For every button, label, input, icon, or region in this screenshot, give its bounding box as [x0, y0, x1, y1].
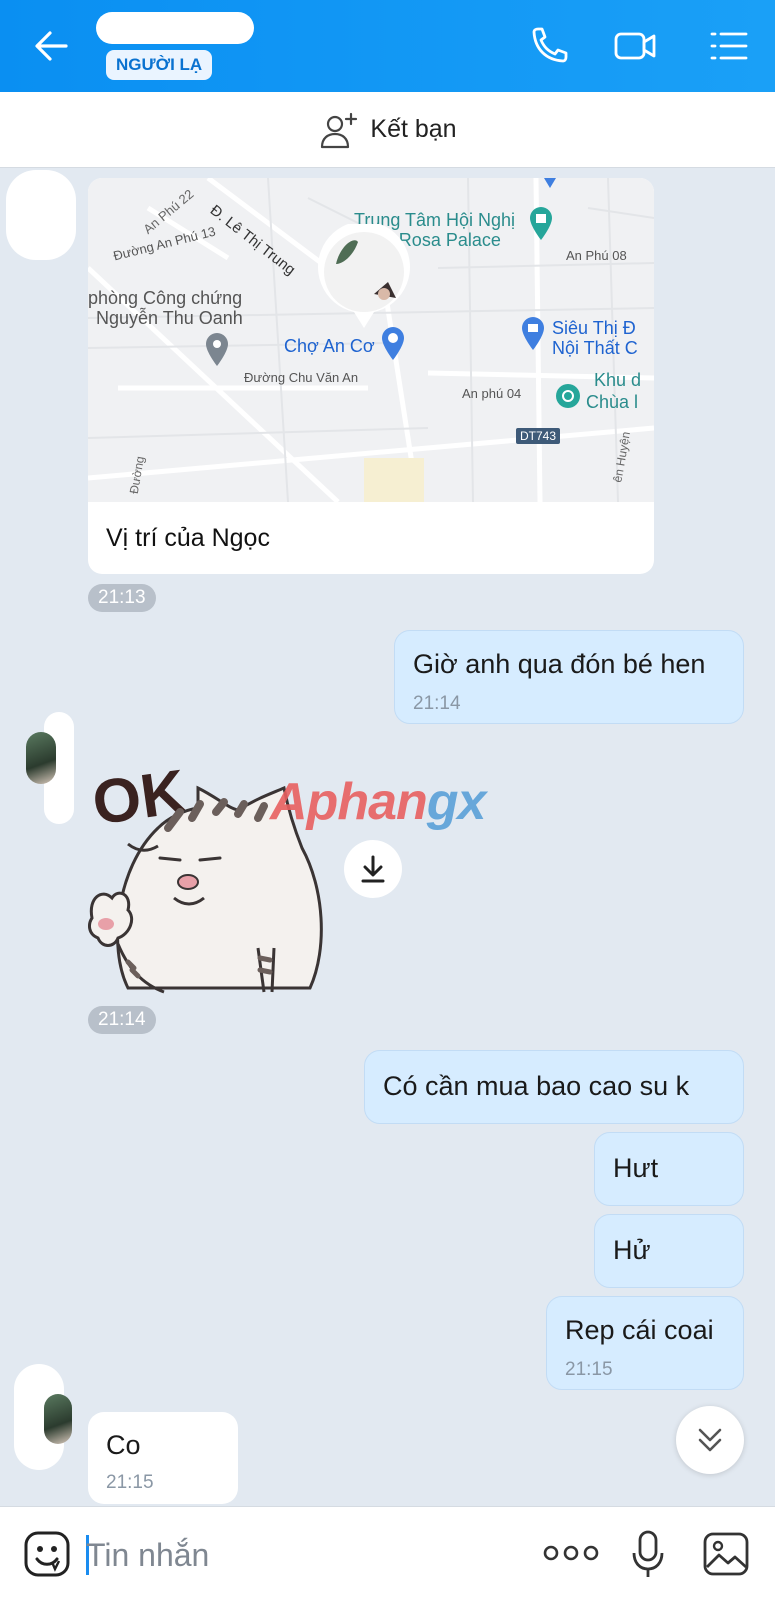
avatar[interactable] — [26, 732, 56, 784]
arrow-left-icon[interactable] — [30, 26, 74, 66]
map-pin-icon — [522, 317, 544, 350]
list-menu-icon[interactable] — [706, 24, 752, 68]
download-button[interactable] — [344, 840, 402, 898]
message-time: 21:15 — [565, 1359, 613, 1380]
message-text: Co — [106, 1430, 141, 1460]
message-time: 21:15 — [106, 1472, 154, 1493]
contact-name-redacted[interactable] — [96, 12, 254, 44]
scroll-to-bottom-button[interactable] — [676, 1406, 744, 1474]
emoji-icon[interactable] — [22, 1529, 72, 1579]
message-bubble-outgoing[interactable]: Hử — [594, 1214, 744, 1288]
chat-header: NGƯỜI LẠ — [0, 0, 775, 92]
map-preview[interactable]: An Phú 22 Đ. Lê Thị Trung Đường An Phú 1… — [88, 178, 654, 502]
location-marker — [318, 224, 410, 328]
message-bubble-outgoing[interactable]: Hưt — [594, 1132, 744, 1206]
map-pin-icon — [556, 384, 580, 408]
map-label: Chợ An Cơ — [284, 336, 375, 356]
map-label: Siêu Thị Đ — [552, 318, 636, 338]
map-label: Nguyễn Thu Oanh — [96, 308, 243, 328]
map-label: phòng Công chứng — [88, 288, 243, 308]
image-icon[interactable] — [702, 1531, 750, 1577]
microphone-icon[interactable] — [630, 1529, 666, 1579]
timestamp: 21:13 — [88, 584, 156, 612]
map-label: An Phú 08 — [566, 248, 627, 263]
phone-icon[interactable] — [526, 24, 572, 68]
avatar[interactable] — [44, 1394, 72, 1444]
map-pin-icon — [382, 327, 404, 360]
message-text: Rep cái coai — [565, 1315, 714, 1345]
message-time: 21:14 — [413, 693, 461, 714]
message-text: Hưt — [613, 1153, 659, 1183]
message-text: Hử — [613, 1235, 651, 1265]
message-bubble-outgoing[interactable]: Rep cái coai 21:15 — [546, 1296, 744, 1390]
message-input-bar: Tin nhắn — [0, 1506, 775, 1600]
direction-arrow-icon — [544, 178, 556, 188]
map-label: Chùa l — [586, 392, 639, 412]
message-text: Giờ anh qua đón bé hen — [413, 649, 706, 679]
message-bubble-outgoing[interactable]: Có cần mua bao cao su k — [364, 1050, 744, 1124]
map-label: Khu d — [594, 370, 642, 390]
avatar-redacted — [6, 170, 76, 260]
video-camera-icon[interactable] — [612, 24, 658, 68]
map-pin-icon — [206, 333, 228, 366]
map-label: An phú 04 — [462, 386, 522, 401]
download-icon — [361, 855, 385, 883]
map-label: DT743 — [516, 428, 561, 444]
message-bubble-incoming[interactable]: Co 21:15 — [88, 1412, 238, 1504]
more-dots-icon[interactable] — [542, 1541, 600, 1565]
watermark-part2: gx — [426, 773, 487, 831]
chevron-double-down-icon — [698, 1428, 722, 1452]
add-friend-label: Kết bạn — [370, 115, 457, 143]
map-label: Nội Thất C — [552, 338, 638, 358]
location-caption: Vị trí của Ngọc — [106, 524, 270, 552]
watermark-part1: Aphan — [270, 773, 428, 831]
map-pin-icon — [530, 207, 552, 240]
message-input[interactable]: Tin nhắn — [86, 1537, 209, 1574]
location-message[interactable]: An Phú 22 Đ. Lê Thị Trung Đường An Phú 1… — [88, 178, 654, 574]
watermark: Aphangx — [270, 772, 487, 832]
add-friend-bar[interactable]: Kết bạn — [0, 92, 775, 168]
stranger-badge: NGƯỜI LẠ — [106, 50, 213, 80]
add-user-icon — [321, 112, 358, 148]
message-text: Có cần mua bao cao su k — [383, 1071, 690, 1101]
timestamp: 21:14 — [88, 1006, 156, 1034]
message-bubble-outgoing[interactable]: Giờ anh qua đón bé hen 21:14 — [394, 630, 744, 724]
map-label: Đường Chu Văn An — [244, 370, 359, 385]
